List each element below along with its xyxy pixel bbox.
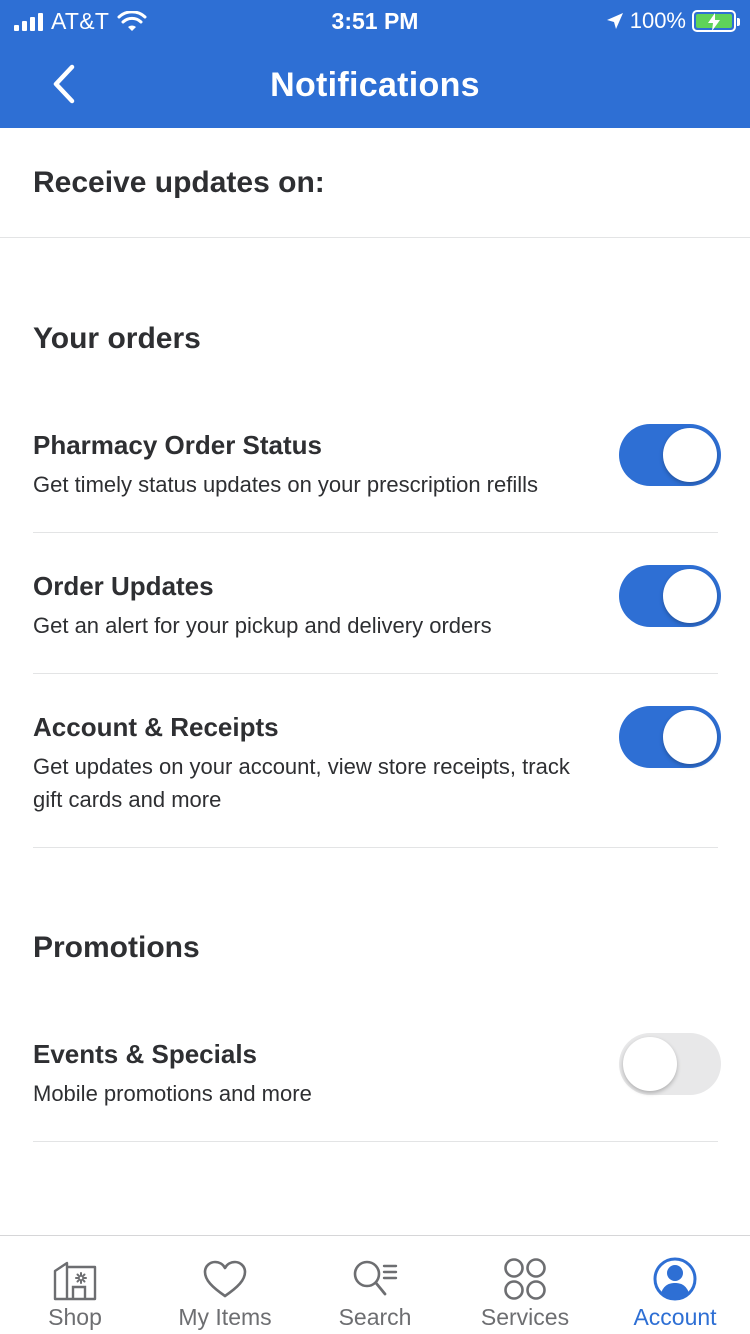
top-bar: AT&T 3:51 PM 100% Notifications	[0, 0, 750, 128]
location-arrow-icon	[606, 13, 623, 29]
setting-description: Get an alert for your pickup and deliver…	[33, 613, 492, 638]
battery-percent: 100%	[629, 8, 686, 33]
setting-row-order-updates: Order Updates Get an alert for your pick…	[33, 565, 721, 674]
receive-updates-header: Receive updates on:	[0, 128, 750, 238]
nav-header: Notifications	[0, 40, 750, 128]
tab-label: My Items	[178, 1304, 272, 1330]
tab-label: Search	[338, 1304, 412, 1330]
section-title-your-orders: Your orders	[33, 322, 201, 355]
tab-shop[interactable]: Shop	[0, 1236, 150, 1334]
tab-account[interactable]: Account	[600, 1236, 750, 1334]
receive-updates-label: Receive updates on:	[33, 166, 325, 199]
section-title-promotions: Promotions	[33, 931, 200, 964]
setting-name: Pharmacy Order Status	[33, 430, 323, 460]
setting-row-pharmacy-order-status: Pharmacy Order Status Get timely status …	[33, 424, 721, 533]
setting-name: Order Updates	[33, 571, 214, 601]
tab-label: Shop	[48, 1304, 102, 1330]
order-updates-toggle[interactable]	[619, 565, 721, 627]
shop-icon	[50, 1254, 100, 1304]
account-receipts-toggle[interactable]	[619, 706, 721, 768]
battery-icon	[692, 10, 740, 32]
setting-row-account-receipts: Account & Receipts Get updates on your a…	[33, 706, 721, 848]
setting-name: Account & Receipts	[33, 712, 279, 742]
tab-search[interactable]: Search	[300, 1236, 450, 1334]
setting-row-events-specials: Events & Specials Mobile promotions and …	[33, 1033, 721, 1142]
status-right: 100%	[606, 8, 740, 34]
tab-bar: Shop My Items Search Services Account	[0, 1235, 750, 1334]
events-specials-toggle[interactable]	[619, 1033, 721, 1095]
pharmacy-order-status-toggle[interactable]	[619, 424, 721, 486]
account-icon	[650, 1254, 700, 1304]
services-icon	[500, 1254, 550, 1304]
tab-services[interactable]: Services	[450, 1236, 600, 1334]
heart-icon	[200, 1254, 250, 1304]
tab-my-items[interactable]: My Items	[150, 1236, 300, 1334]
status-bar: AT&T 3:51 PM 100%	[0, 0, 750, 40]
setting-description: Get timely status updates on your prescr…	[33, 472, 539, 497]
setting-description: Get updates on your account, view store …	[33, 754, 570, 812]
setting-name: Events & Specials	[33, 1039, 257, 1069]
tab-label: Account	[633, 1304, 717, 1330]
setting-description: Mobile promotions and more	[33, 1081, 312, 1106]
tab-label: Services	[480, 1304, 570, 1330]
search-icon	[350, 1254, 400, 1304]
page-title: Notifications	[270, 66, 480, 104]
